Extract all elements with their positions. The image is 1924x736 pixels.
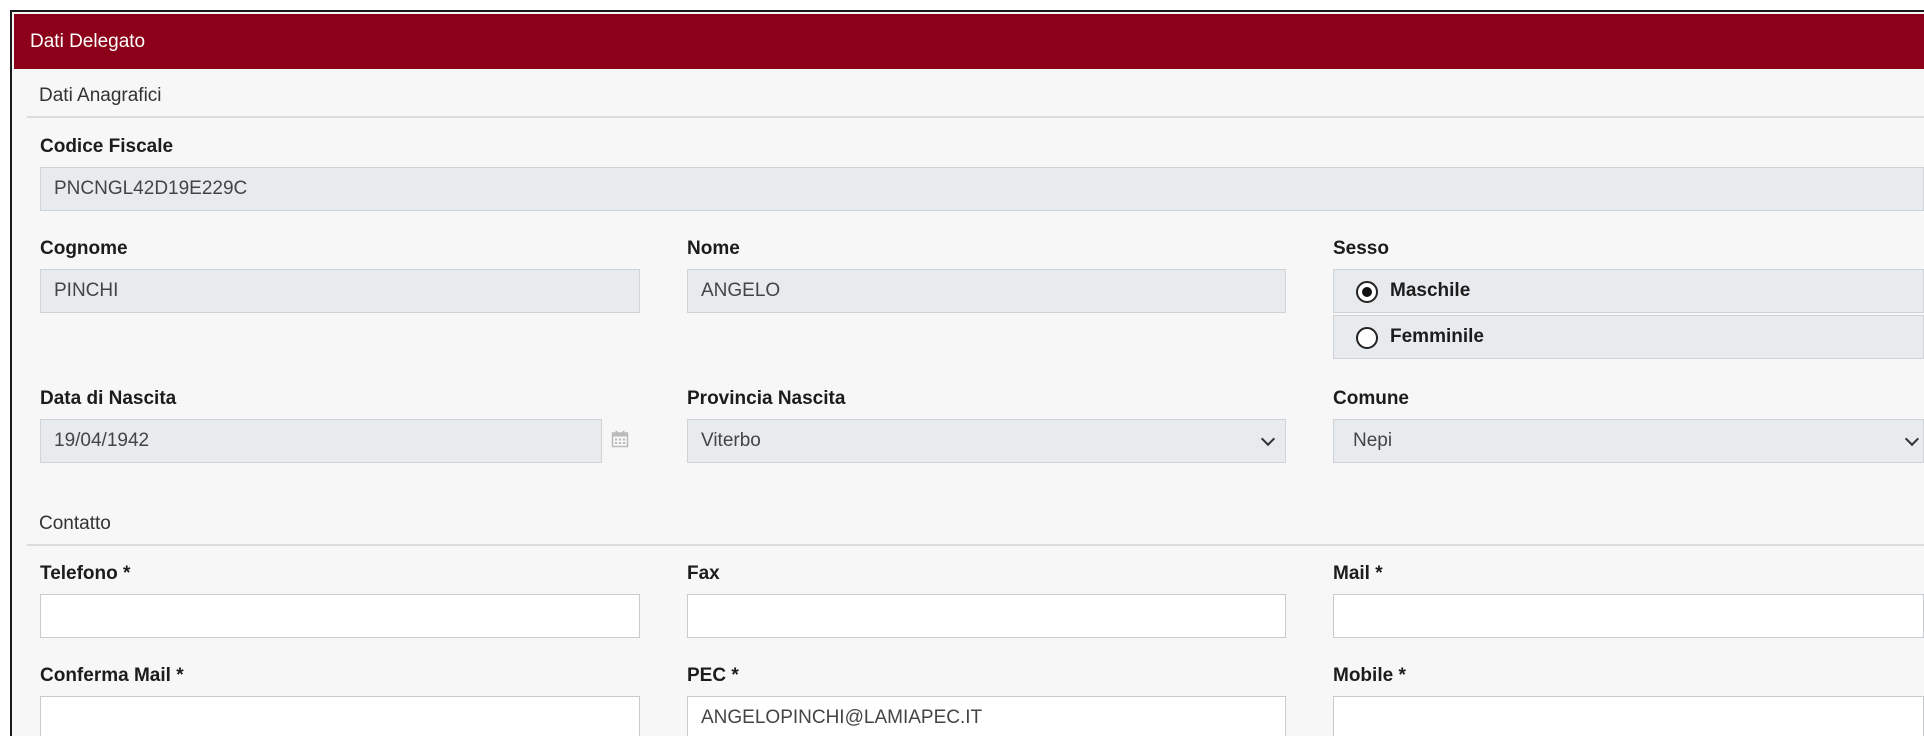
fax-input[interactable] [687,594,1286,638]
chevron-down-icon[interactable] [1260,431,1276,447]
nome-field[interactable]: ANGELO [687,269,1286,313]
section-title-anagrafica: Dati Anagrafici [39,85,162,106]
provincia-nascita-label: Provincia Nascita [687,388,846,409]
telefono-label: Telefono * [40,563,131,584]
radio-femminile[interactable]: Femminile [1333,315,1924,359]
cognome-field[interactable]: PINCHI [40,269,640,313]
radio-femminile-label: Femminile [1390,326,1484,347]
mail-label: Mail * [1333,563,1383,584]
panel-header: Dati Delegato [14,14,1924,69]
data-nascita-label: Data di Nascita [40,388,177,409]
mobile-label: Mobile * [1333,665,1406,686]
mobile-input[interactable] [1333,696,1924,736]
comune-label: Comune [1333,388,1409,409]
chevron-down-icon[interactable] [1904,431,1920,447]
mail-input[interactable] [1333,594,1924,638]
panel-title: Dati Delegato [30,31,146,52]
cognome-label: Cognome [40,238,128,259]
comune-select[interactable]: Nepi [1333,419,1924,463]
pec-label: PEC * [687,665,739,686]
comune-value: Nepi [1353,430,1393,451]
radio-unchecked-icon[interactable] [1356,327,1378,349]
conferma-mail-input[interactable] [40,696,640,736]
section-divider [27,116,1924,118]
nome-label: Nome [687,238,740,259]
data-nascita-field[interactable]: 19/04/1942 [40,419,602,463]
radio-maschile-label: Maschile [1390,280,1471,301]
sesso-label: Sesso [1333,238,1389,259]
fax-label: Fax [687,563,720,584]
provincia-nascita-value: Viterbo [701,430,761,451]
conferma-mail-label: Conferma Mail * [40,665,184,686]
telefono-input[interactable] [40,594,640,638]
codice-fiscale-label: Codice Fiscale [40,136,174,157]
radio-maschile[interactable]: Maschile [1333,269,1924,313]
codice-fiscale-field[interactable]: PNCNGL42D19E229C [40,167,1924,211]
section-title-contatto: Contatto [39,513,111,534]
provincia-nascita-select[interactable]: Viterbo [687,419,1286,463]
section-divider [27,544,1924,546]
calendar-icon[interactable] [611,430,629,448]
pec-input[interactable]: ANGELOPINCHI@LAMIAPEC.IT [687,696,1286,736]
radio-checked-icon[interactable] [1356,281,1378,303]
